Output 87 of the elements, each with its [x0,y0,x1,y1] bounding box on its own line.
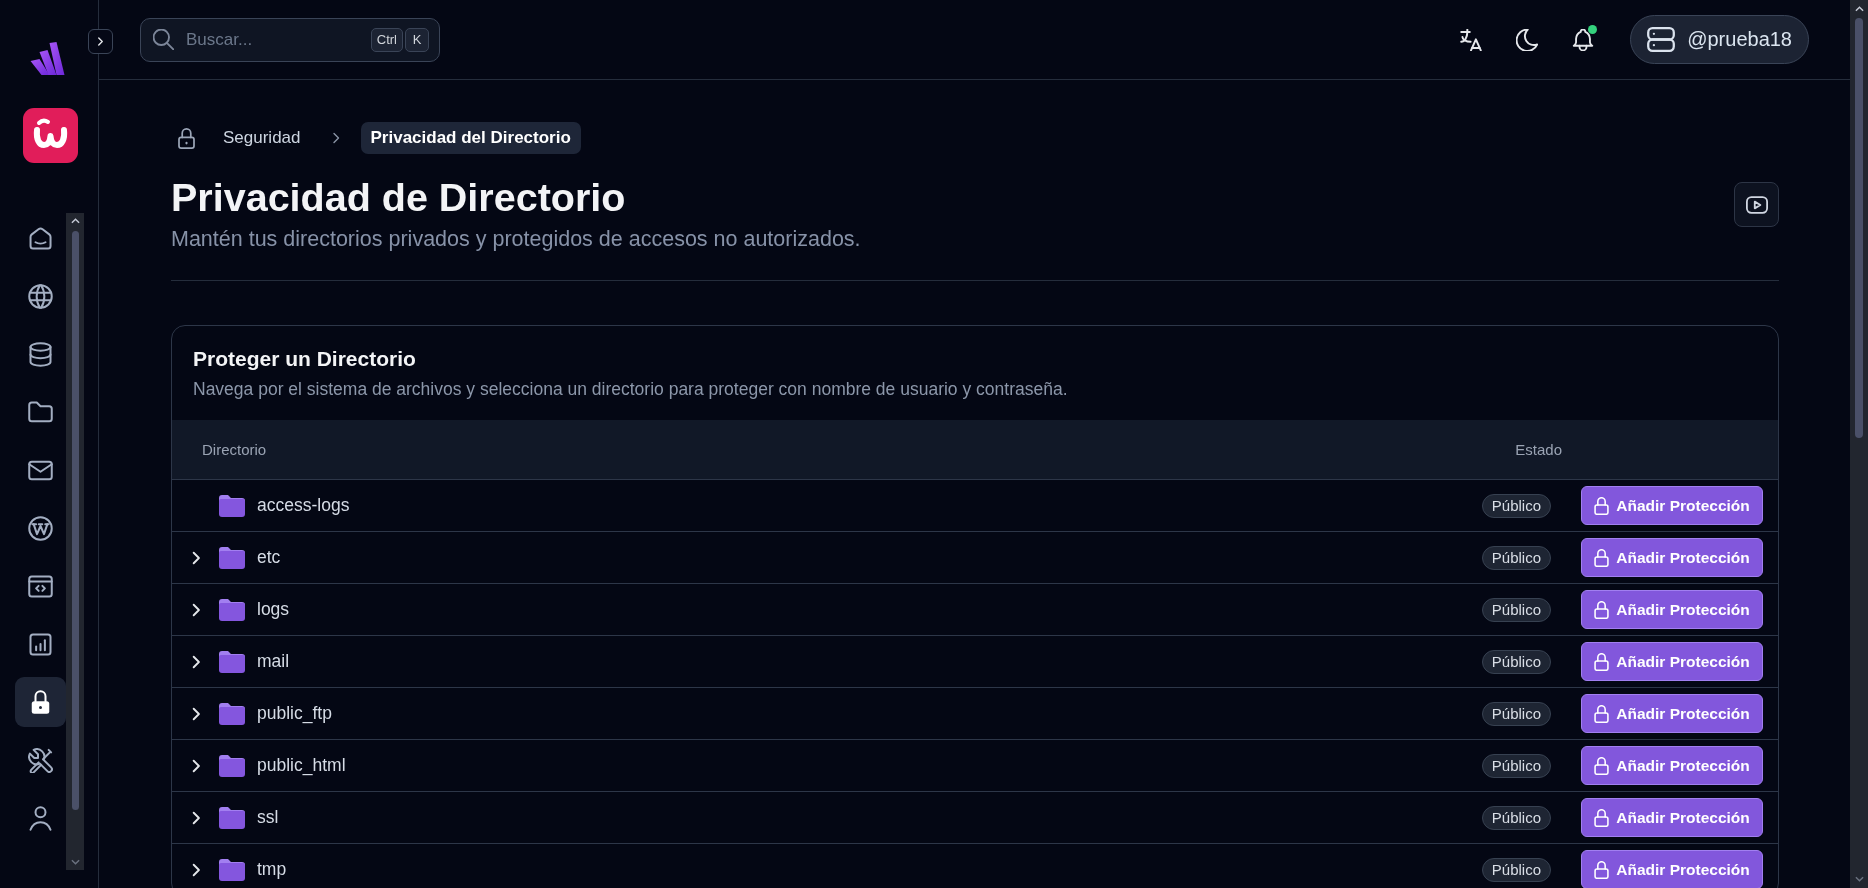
status-badge: Público [1481,857,1551,882]
video-play-icon [1745,195,1768,214]
scrollbar-thumb[interactable] [71,231,79,810]
search-bar[interactable]: Buscar... Ctrl K [140,17,440,62]
expand-chevron-icon[interactable] [191,810,201,825]
status-badge: Público [1481,805,1551,830]
status-badge: Público [1481,597,1551,622]
search-icon [153,29,174,50]
expand-chevron-icon[interactable] [191,758,201,773]
card-title: Proteger un Directorio [193,346,417,372]
lock-icon [1594,600,1610,619]
folder-name[interactable]: logs [257,599,290,620]
folder-name[interactable]: etc [257,547,281,568]
home-icon [28,225,53,251]
column-header: Directorio [202,441,267,458]
folder-name[interactable]: tmp [257,859,287,880]
add-protection-button[interactable]: Añadir Protección [1581,694,1763,733]
bell-icon [1572,28,1595,51]
folder-icon [28,399,53,425]
shortcut-key: Ctrl [370,27,403,52]
chevron-right-icon [97,36,104,47]
brand-logo-icon[interactable] [28,42,67,75]
page-title: Privacidad de Directorio [171,174,627,220]
expand-chevron-icon[interactable] [191,862,201,877]
folder-icon [219,494,245,517]
card-subtitle: Navega por el sistema de archivos y selecciona un directorio para proteger con nombre de usuario y contraseña. [193,378,1069,400]
status-badge: Público [1481,701,1551,726]
folder-icon [219,546,245,569]
account-button[interactable]: @prueba18 [1630,15,1809,64]
user-icon [28,805,53,831]
add-protection-button[interactable]: Añadir Protección [1581,850,1763,888]
shortcut-key: K [405,27,429,52]
status-badge: Público [1481,649,1551,674]
search-input[interactable]: Buscar... [186,29,369,50]
server-icon [1647,27,1676,52]
sidebar-nav-item[interactable] [15,677,66,727]
folder-name[interactable]: mail [257,651,290,672]
page-subtitle: Mantén tus directorios privados y protegidos de accesos no autorizados. [171,226,861,252]
add-protection-button[interactable]: Añadir Protección [1581,642,1763,681]
add-protection-button[interactable]: Añadir Protección [1581,590,1763,629]
status-badge: Público [1481,545,1551,570]
moon-icon [1516,28,1539,51]
w-circle-icon [28,515,53,541]
video-tutorial-button[interactable] [1734,182,1779,227]
globe-icon [28,283,53,309]
folder-icon [219,806,245,829]
lock-icon [1594,652,1610,671]
status-badge: Público [1481,493,1551,518]
app-logo-icon[interactable] [23,108,78,163]
expand-chevron-icon[interactable] [191,550,201,565]
breadcrumb-current[interactable]: Privacidad del Directorio [360,122,581,154]
folder-icon [219,702,245,725]
add-protection-button[interactable]: Añadir Protección [1581,486,1763,525]
folder-name[interactable]: ssl [257,807,279,828]
chevron-right-icon [331,132,340,144]
add-protection-button[interactable]: Añadir Protección [1581,746,1763,785]
translate-icon [1460,28,1483,51]
breadcrumb-link[interactable]: Seguridad [223,128,301,148]
folder-icon [219,754,245,777]
expand-chevron-icon[interactable] [191,654,201,669]
lock-icon [1594,548,1610,567]
folder-icon [219,598,245,621]
expand-chevron-icon[interactable] [191,706,201,721]
wrench-screwdriver-icon [28,747,53,773]
lock-icon [1594,704,1610,723]
lock-icon [1594,496,1610,515]
column-header: Estado [1515,441,1562,458]
sidebar-toggle-button[interactable] [88,29,113,54]
database-icon [28,341,53,367]
sidebar-scrollbar[interactable] [66,213,84,870]
page-scrollbar[interactable] [1850,0,1868,888]
folder-name[interactable]: public_html [257,755,346,776]
lock-icon [178,127,195,149]
folder-name[interactable]: public_ftp [257,703,332,724]
status-badge: Público [1481,753,1551,778]
scrollbar-thumb[interactable] [1855,18,1863,438]
folder-icon [219,858,245,881]
bar-chart-icon [28,631,53,657]
folder-name[interactable]: access-logs [257,495,350,516]
code-window-icon [28,573,53,599]
add-protection-button[interactable]: Añadir Protección [1581,798,1763,837]
lock-icon [1594,860,1610,879]
add-protection-button[interactable]: Añadir Protección [1581,538,1763,577]
lock-icon [1594,756,1610,775]
folder-icon [219,650,245,673]
expand-chevron-icon[interactable] [191,602,201,617]
lock-icon [1594,808,1610,827]
